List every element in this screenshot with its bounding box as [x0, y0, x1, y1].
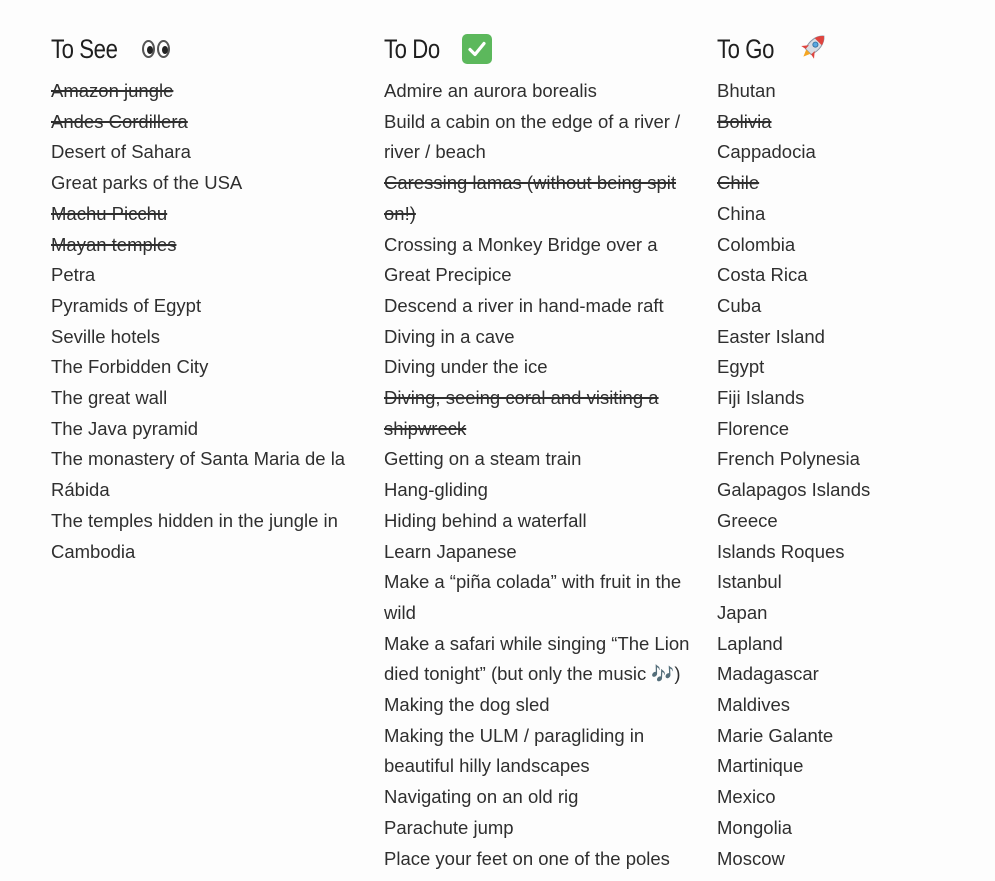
list-item: Maldives [717, 694, 790, 716]
list-item: Mongolia [717, 816, 793, 838]
list-item: Pyramids of Egypt [51, 294, 202, 316]
list-item-completed: Machu Picchu [51, 202, 168, 224]
to-do-title: To Do [384, 33, 440, 64]
list-item: Costa Rica [717, 264, 808, 286]
list-item: Parachute jump [384, 816, 514, 838]
list-item-completed: Diving, seeing coral and visiting a ship… [384, 387, 659, 439]
list-item: Admire an aurora borealis [384, 80, 597, 101]
list-item: Easter Island [717, 325, 825, 347]
list-item-completed: Mayan temples [51, 233, 177, 255]
list-item: Colombia [717, 233, 796, 255]
list-item: The great wall [51, 387, 168, 409]
list-item-completed: Bolivia [717, 110, 772, 132]
list-item-completed: Caressing lamas (without being spit on!) [384, 172, 677, 224]
list-item: Making the dog sled [384, 694, 550, 716]
list-item: Fiji Islands [717, 387, 805, 409]
rocket-icon [797, 30, 831, 69]
list-item: The monastery of Santa Maria de la Rábid… [51, 448, 346, 501]
list-item: Moscow [717, 847, 785, 869]
list-item: Mexico [717, 786, 776, 808]
check-mark-icon [462, 34, 493, 64]
list-item: Martinique [717, 755, 804, 777]
list-item: Hiding behind a waterfall [384, 509, 587, 531]
list-item: Seville hotels [51, 325, 161, 347]
to-see-list: Amazon jungle Andes Cordillera Desert of S… [51, 76, 361, 567]
to-do-heading: To Do [384, 0, 696, 76]
list-item: Crossing a Monkey Bridge over a Great Pr… [384, 233, 658, 286]
list-item: Greece [717, 509, 778, 531]
to-go-column: To Go Bhutan Bolivia Cappadocia Chile China C… [717, 0, 987, 881]
list-item: Cuba [717, 294, 762, 316]
list-item: Islands Roques [717, 540, 845, 562]
list-item: The Forbidden City [51, 356, 209, 378]
list-item: Place your feet on one of the poles [384, 847, 670, 869]
list-item: Nicaragua [717, 874, 987, 881]
to-see-title: To See [51, 33, 118, 64]
to-go-title: To Go [717, 33, 775, 64]
list-item: Learn Japanese [384, 540, 517, 562]
to-do-list: Admire an aurora borealis Build a cabin o… [384, 76, 696, 874]
list-item: Getting on a steam train [384, 448, 582, 470]
to-see-heading: To See [51, 0, 361, 76]
list-item: The temples hidden in the jungle in Camb… [51, 509, 338, 562]
list-item: Marie Galante [717, 724, 834, 746]
list-item: Florence [717, 417, 789, 439]
to-see-column: To See Amazon jungle Andes Cordillera Dese… [51, 0, 361, 567]
to-go-heading: To Go [717, 0, 987, 76]
list-item: Japan [717, 601, 768, 623]
list-item: China [717, 202, 766, 224]
list-item: The Java pyramid [51, 417, 199, 439]
to-go-list: Bhutan Bolivia Cappadocia Chile China Colombi… [717, 76, 987, 881]
list-item: Build a cabin on the edge of a river / r… [384, 110, 681, 163]
list-item: Making the ULM / paragliding in beautifu… [384, 724, 645, 777]
eye-right [157, 40, 171, 58]
list-item: Petra [51, 264, 96, 286]
list-item: Lapland [717, 632, 783, 654]
list-item-completed: Chile [717, 172, 760, 194]
list-item: Bhutan [717, 80, 776, 101]
list-item: Navigating on an old rig [384, 786, 579, 808]
list-item: French Polynesia [717, 448, 860, 470]
list-item: Istanbul [717, 571, 782, 593]
list-item-completed: Amazon jungle [51, 80, 174, 101]
eye-left [142, 40, 156, 58]
eyes-icon [142, 40, 171, 58]
list-item: Make a safari while singing “The Lion di… [384, 632, 690, 685]
list-item: Diving under the ice [384, 356, 548, 378]
list-item: Desert of Sahara [51, 141, 191, 163]
list-item: Descend a river in hand-made raft [384, 294, 664, 316]
list-item: Cappadocia [717, 141, 816, 163]
list-item: Madagascar [717, 663, 819, 685]
list-item-completed: Andes Cordillera [51, 110, 188, 132]
list-item: Hang-gliding [384, 479, 488, 501]
to-do-column: To Do Admire an aurora borealis Build a c… [384, 0, 696, 874]
list-item: Egypt [717, 356, 765, 378]
list-item: Galapagos Islands [717, 479, 871, 501]
list-item: Diving in a cave [384, 325, 515, 347]
list-item: Make a “piña colada” with fruit in the w… [384, 571, 682, 623]
list-item: Great parks of the USA [51, 172, 243, 194]
